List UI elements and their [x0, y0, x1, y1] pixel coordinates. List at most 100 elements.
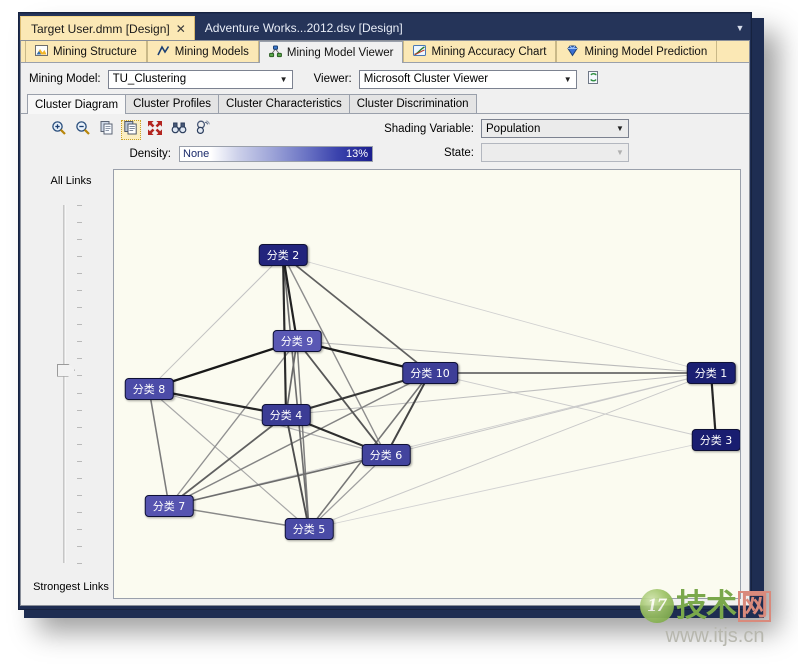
copy-button[interactable] [97, 120, 117, 140]
subtab-label: Cluster Diagram [35, 98, 119, 111]
chevron-down-icon[interactable]: ▼ [612, 120, 628, 137]
shading-variable-label: Shading Variable: [384, 122, 474, 135]
fit-to-window-icon [147, 120, 163, 141]
designer-tabs: Mining Structure Mining Models Mining Mo… [21, 41, 749, 63]
fit-to-window-button[interactable] [145, 120, 165, 140]
cluster-link[interactable] [385, 372, 712, 456]
zoom-tool-button[interactable] [193, 119, 213, 140]
diagram-toolbar-area: Density: None 13% Shading Variable: Popu… [21, 114, 749, 165]
slider-top-label: All Links [50, 175, 92, 187]
cluster-links-layer [148, 254, 718, 530]
cluster-node-9[interactable]: 分类 9 [272, 330, 322, 352]
cluster-link[interactable] [148, 388, 170, 507]
refresh-button[interactable] [583, 69, 604, 89]
zoom-in-button[interactable] [49, 120, 69, 140]
slider-tick [77, 392, 82, 394]
cluster-diagram-region: All Links Strongest Links 分类 1 分类 2 分类 3 分类… [29, 169, 741, 599]
chevron-down-icon[interactable]: ▼ [730, 16, 750, 40]
slider-tick [77, 409, 82, 411]
viewer-value: Microsoft Cluster Viewer [363, 73, 489, 85]
slider-tick [77, 358, 82, 360]
slider-tick [77, 273, 82, 275]
find-button[interactable] [169, 120, 189, 140]
tab-mining-structure[interactable]: Mining Structure [25, 41, 147, 62]
zoom-out-button[interactable] [73, 120, 93, 140]
cluster-node-1[interactable]: 分类 1 [686, 362, 736, 384]
tab-label: Mining Structure [53, 45, 137, 58]
shading-variable-row: Shading Variable: Population ▼ [371, 119, 631, 138]
viewer-label: Viewer: [313, 73, 352, 85]
slider-tick [77, 324, 82, 326]
zoom-in-icon [51, 120, 67, 141]
slider-track[interactable] [29, 205, 113, 564]
subtab-cluster-discrimination[interactable]: Cluster Discrimination [348, 94, 477, 113]
tab-mining-accuracy-chart[interactable]: Mining Accuracy Chart [403, 41, 557, 62]
slider-tick [77, 511, 82, 513]
subtab-label: Cluster Profiles [133, 98, 212, 110]
cluster-node-4[interactable]: 分类 4 [261, 404, 311, 426]
document-tab-inactive[interactable]: Adventure Works...2012.dsv [Design] [195, 16, 413, 40]
tab-mining-model-prediction[interactable]: Mining Model Prediction [556, 41, 718, 62]
cluster-node-6[interactable]: 分类 6 [361, 444, 411, 466]
model-selection-row: Mining Model: TU_Clustering ▼ Viewer: Mi… [21, 63, 749, 94]
slider-thumb[interactable] [57, 363, 75, 377]
tab-mining-models[interactable]: Mining Models [146, 41, 259, 62]
tab-label: Mining Model Prediction [584, 45, 708, 58]
cluster-node-3[interactable]: 分类 3 [691, 429, 740, 451]
close-icon[interactable]: ✕ [176, 23, 186, 35]
density-min-label: None [183, 148, 210, 160]
shading-variable-combo[interactable]: Population ▼ [481, 119, 629, 138]
tab-label: Mining Model Viewer [286, 46, 394, 59]
screenshot-root: Target User.dmm [Design] ✕ Adventure Wor… [0, 0, 798, 669]
tab-mining-model-viewer[interactable]: Mining Model Viewer [258, 41, 404, 63]
cluster-link[interactable] [282, 254, 712, 374]
cluster-node-7[interactable]: 分类 7 [144, 495, 194, 517]
designer-client: Mining Structure Mining Models Mining Mo… [20, 40, 750, 606]
link-strength-slider[interactable]: All Links Strongest Links [29, 169, 113, 599]
zoom-out-icon [75, 120, 91, 141]
document-tabstrip: Target User.dmm [Design] ✕ Adventure Wor… [20, 14, 750, 40]
mining-models-icon [157, 44, 170, 60]
subtab-label: Cluster Characteristics [226, 98, 342, 110]
copy-to-clipboard-button[interactable] [121, 120, 141, 140]
subtab-cluster-characteristics[interactable]: Cluster Characteristics [218, 94, 350, 113]
cluster-node-2[interactable]: 分类 2 [258, 244, 308, 266]
subtab-cluster-profiles[interactable]: Cluster Profiles [125, 94, 220, 113]
cluster-node-8[interactable]: 分类 8 [124, 378, 174, 400]
cluster-link[interactable] [148, 254, 284, 390]
slider-rail [63, 205, 66, 563]
cluster-graph-canvas[interactable]: 分类 1 分类 2 分类 3 分类 4 分类 5 分类 6 分类 7 分类 8 分类 9 分类 1… [113, 169, 741, 599]
slider-tick [77, 460, 82, 462]
tab-label: Mining Accuracy Chart [431, 45, 547, 58]
chevron-down-icon[interactable]: ▼ [276, 71, 292, 88]
slider-tick [77, 222, 82, 224]
cluster-link[interactable] [282, 254, 310, 530]
subtab-cluster-diagram[interactable]: Cluster Diagram [27, 94, 127, 114]
slider-tick [77, 239, 82, 241]
density-gradient-bar[interactable]: None 13% [179, 146, 373, 162]
chevron-down-icon[interactable]: ▼ [560, 71, 576, 88]
density-label: Density: [129, 148, 171, 160]
chevron-down-icon: ▼ [616, 148, 624, 157]
document-tab-active[interactable]: Target User.dmm [Design] ✕ [20, 16, 195, 40]
copy-icon [99, 120, 115, 141]
refresh-icon [586, 70, 601, 88]
mining-structure-icon [35, 44, 48, 60]
cluster-node-5[interactable]: 分类 5 [284, 518, 334, 540]
state-combo: ▼ [481, 143, 629, 162]
slider-tick [77, 426, 82, 428]
state-label: State: [443, 146, 474, 159]
shading-controls: Shading Variable: Population ▼ State: ▼ [371, 119, 631, 167]
tab-label: Mining Models [174, 45, 249, 58]
mining-model-label: Mining Model: [29, 73, 101, 85]
document-tab-label: Adventure Works...2012.dsv [Design] [204, 21, 403, 35]
mining-model-viewer-icon [268, 45, 282, 61]
find-icon [171, 120, 187, 141]
viewer-combo[interactable]: Microsoft Cluster Viewer ▼ [358, 69, 577, 89]
slider-tick [77, 307, 82, 309]
slider-tick [77, 563, 82, 564]
mining-model-combo[interactable]: TU_Clustering ▼ [107, 69, 293, 89]
cluster-link[interactable] [385, 372, 431, 456]
cluster-node-10[interactable]: 分类 10 [402, 362, 458, 384]
slider-tick [77, 545, 82, 547]
